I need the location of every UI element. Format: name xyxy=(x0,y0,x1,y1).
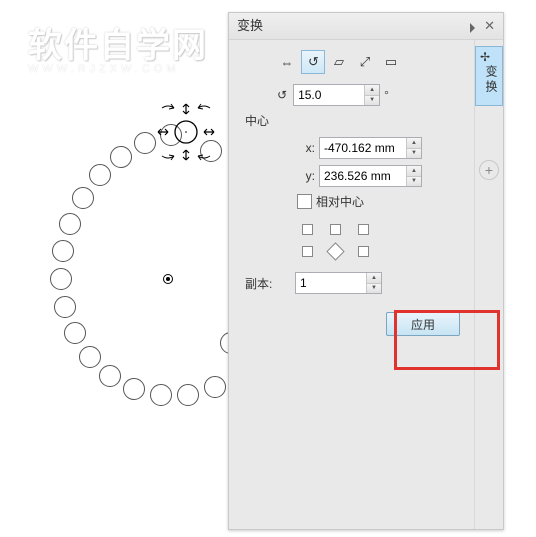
origin-picker[interactable] xyxy=(297,216,466,262)
angle-icon: ↻ xyxy=(277,88,287,102)
size-icon: ⤢ xyxy=(360,54,370,70)
origin-tr[interactable] xyxy=(358,224,369,235)
rotation-handles-icon xyxy=(156,102,216,162)
mode-position-button[interactable]: ⇔ xyxy=(275,50,299,74)
position-icon: ⇔ xyxy=(281,55,294,70)
copies-up-icon[interactable]: ▲ xyxy=(367,273,381,284)
x-input[interactable] xyxy=(320,138,406,158)
copies-label: 副本: xyxy=(237,275,295,292)
mode-skew-button[interactable]: ▭ xyxy=(379,50,403,74)
tab-transform-label: 变换 xyxy=(484,65,498,95)
copies-input[interactable] xyxy=(296,273,366,293)
panel-collapse-icon[interactable] xyxy=(468,21,478,31)
angle-unit: ° xyxy=(384,88,389,102)
origin-bc[interactable] xyxy=(326,242,344,260)
transform-mode-toolbar: ⇔ ↻ ▱ ⤢ ▭ xyxy=(237,50,466,74)
angle-input[interactable] xyxy=(294,85,364,105)
mode-size-button[interactable]: ⤢ xyxy=(353,50,377,74)
rotation-center-marker xyxy=(163,274,173,284)
x-label: x: xyxy=(297,141,319,155)
origin-tl[interactable] xyxy=(302,224,313,235)
panel-side-tabs: ✢ 变换 + xyxy=(474,40,503,529)
copies-down-icon[interactable]: ▼ xyxy=(367,284,381,294)
apply-button[interactable]: 应用 xyxy=(386,312,460,336)
copies-spinner[interactable]: ▲▼ xyxy=(295,272,382,294)
origin-bl[interactable] xyxy=(302,246,313,257)
x-spinner[interactable]: ▲▼ xyxy=(319,137,422,159)
add-tab-button[interactable]: + xyxy=(479,160,499,180)
relative-center-label: 相对中心 xyxy=(316,193,364,210)
x-down-icon[interactable]: ▼ xyxy=(407,149,421,159)
panel-close-icon[interactable]: ✕ xyxy=(484,13,495,39)
origin-tc[interactable] xyxy=(330,224,341,235)
panel-titlebar[interactable]: 变换 ✕ xyxy=(229,13,503,40)
y-spinner[interactable]: ▲▼ xyxy=(319,165,422,187)
skew-icon: ▭ xyxy=(385,54,397,70)
panel-title-text: 变换 xyxy=(237,13,263,39)
y-up-icon[interactable]: ▲ xyxy=(407,166,421,177)
mode-scale-button[interactable]: ▱ xyxy=(327,50,351,74)
angle-down-icon[interactable]: ▼ xyxy=(365,96,379,106)
rotate-icon: ↻ xyxy=(308,54,319,70)
y-down-icon[interactable]: ▼ xyxy=(407,177,421,187)
y-input[interactable] xyxy=(320,166,406,186)
x-up-icon[interactable]: ▲ xyxy=(407,138,421,149)
transform-panel: 变换 ✕ ⇔ ↻ ▱ ⤢ ▭ ↻ ▲▼ ° 中心 xyxy=(228,12,504,530)
selected-object[interactable] xyxy=(156,102,216,165)
mode-rotate-button[interactable]: ↻ xyxy=(301,50,325,74)
tab-transform[interactable]: ✢ 变换 xyxy=(475,46,503,106)
scale-icon: ▱ xyxy=(334,54,344,70)
y-label: y: xyxy=(297,169,319,183)
relative-center-checkbox[interactable] xyxy=(297,194,312,209)
apply-button-label: 应用 xyxy=(411,316,435,333)
angle-up-icon[interactable]: ▲ xyxy=(365,85,379,96)
angle-spinner[interactable]: ▲▼ xyxy=(293,84,380,106)
origin-br[interactable] xyxy=(358,246,369,257)
tab-transform-icon: ✢ xyxy=(480,50,493,64)
plus-icon: + xyxy=(485,162,493,178)
center-section-label: 中心 xyxy=(245,112,466,129)
